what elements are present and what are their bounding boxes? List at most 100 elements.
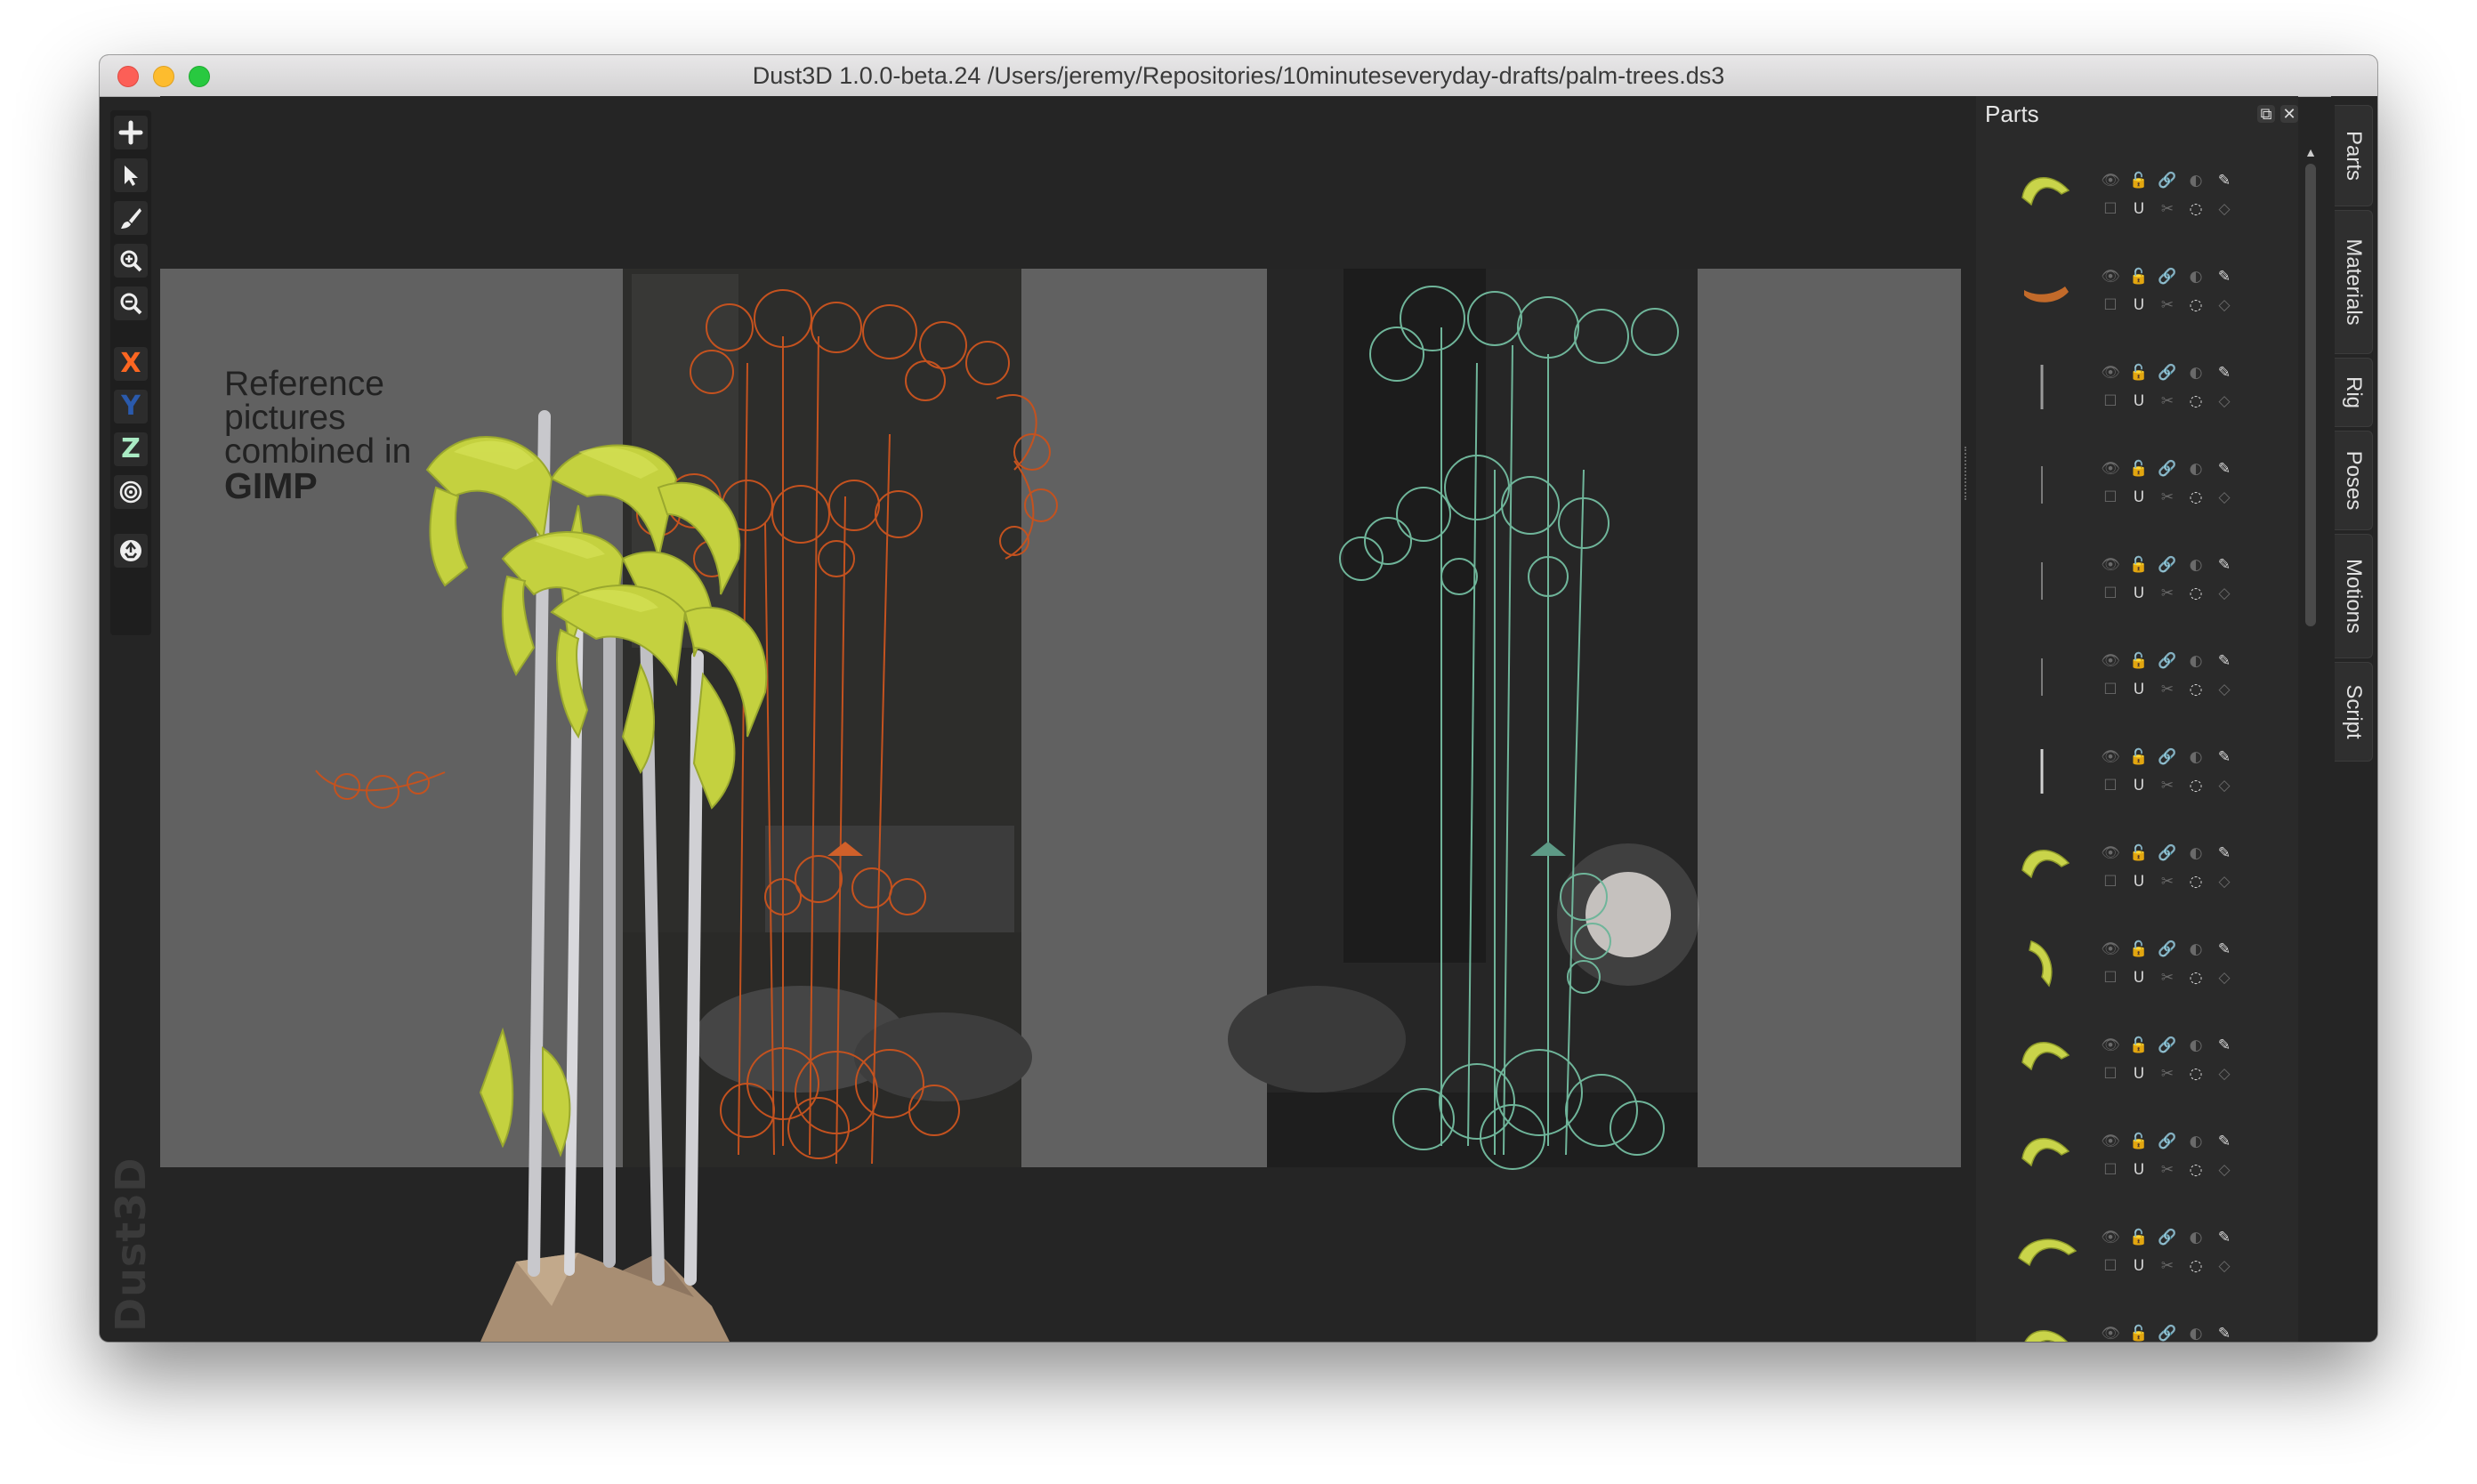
color-picker-icon[interactable]: ✎ [2215,363,2234,383]
part-row[interactable]: 👁 🔓 🔗 ◐ ✎ ☐ U ✂ ◌ ◇ [1994,532,2279,628]
xmirror-icon[interactable]: U [2129,295,2149,315]
mirror-icon[interactable]: ◐ [2186,1036,2206,1055]
xmirror-icon[interactable]: U [2129,488,2149,507]
part-row[interactable]: 👁 🔓 🔗 ◐ ✎ ☐ U ✂ ◌ ◇ [1994,916,2279,1012]
visibility-icon[interactable]: 👁 [2101,1132,2120,1151]
mirror-icon[interactable]: ◐ [2186,940,2206,959]
color-picker-icon[interactable]: ✎ [2215,1036,2234,1055]
part-row[interactable]: 👁 🔓 🔗 ◐ ✎ ☐ U ✂ ◌ ◇ [1994,148,2279,244]
rounded-icon[interactable]: ◌ [2186,584,2206,603]
parts-scrollbar[interactable]: ▲ ▼ [2301,144,2320,1342]
lock-icon[interactable]: 🔓 [2129,940,2149,959]
radius-lock-button[interactable] [114,475,148,509]
disable-icon[interactable]: ☐ [2101,1256,2120,1276]
link-icon[interactable]: 🔗 [2158,843,2177,863]
chamfer-icon[interactable]: ◇ [2215,968,2234,988]
close-panel-button[interactable]: ✕ [2280,105,2298,123]
zoom-in-tool-button[interactable] [114,244,148,278]
rounded-icon[interactable]: ◌ [2186,680,2206,699]
link-icon[interactable]: 🔗 [2158,555,2177,575]
chamfer-icon[interactable]: ◇ [2215,584,2234,603]
color-picker-icon[interactable]: ✎ [2215,843,2234,863]
disable-icon[interactable]: ☐ [2101,1064,2120,1084]
lock-icon[interactable]: 🔓 [2129,1228,2149,1247]
chamfer-icon[interactable]: ◇ [2215,1256,2234,1276]
select-tool-button[interactable] [114,158,148,192]
subdivide-icon[interactable]: ✂ [2158,295,2177,315]
link-icon[interactable]: 🔗 [2158,459,2177,479]
chamfer-icon[interactable]: ◇ [2215,776,2234,795]
link-icon[interactable]: 🔗 [2158,1036,2177,1055]
xmirror-icon[interactable]: U [2129,1256,2149,1276]
z-axis-lock-button[interactable]: Z [114,432,148,466]
subdivide-icon[interactable]: ✂ [2158,1160,2177,1180]
visibility-icon[interactable]: 👁 [2101,843,2120,863]
scroll-thumb[interactable] [2305,164,2316,626]
lock-icon[interactable]: 🔓 [2129,267,2149,286]
link-icon[interactable]: 🔗 [2158,940,2177,959]
tab-poses[interactable]: Poses [2335,431,2373,530]
subdivide-icon[interactable]: ✂ [2158,680,2177,699]
xmirror-icon[interactable]: U [2129,391,2149,411]
rounded-icon[interactable]: ◌ [2186,391,2206,411]
regenerate-button[interactable] [114,534,148,568]
rounded-icon[interactable]: ◌ [2186,872,2206,891]
disable-icon[interactable]: ☐ [2101,968,2120,988]
color-picker-icon[interactable]: ✎ [2215,459,2234,479]
lock-icon[interactable]: 🔓 [2129,555,2149,575]
part-row[interactable]: 👁 🔓 🔗 ◐ ✎ ☐ U ✂ ◌ ◇ [1994,1012,2279,1109]
subdivide-icon[interactable]: ✂ [2158,584,2177,603]
disable-icon[interactable]: ☐ [2101,199,2120,219]
visibility-icon[interactable]: 👁 [2101,459,2120,479]
rounded-icon[interactable]: ◌ [2186,488,2206,507]
visibility-icon[interactable]: 👁 [2101,651,2120,671]
color-picker-icon[interactable]: ✎ [2215,651,2234,671]
visibility-icon[interactable]: 👁 [2101,1324,2120,1342]
color-picker-icon[interactable]: ✎ [2215,1132,2234,1151]
part-row[interactable]: 👁 🔓 🔗 ◐ ✎ ☐ U ✂ ◌ ◇ [1994,628,2279,724]
subdivide-icon[interactable]: ✂ [2158,391,2177,411]
panel-splitter-handle[interactable] [1965,447,1970,500]
tab-parts[interactable]: Parts [2335,105,2373,206]
chamfer-icon[interactable]: ◇ [2215,488,2234,507]
link-icon[interactable]: 🔗 [2158,1228,2177,1247]
mirror-icon[interactable]: ◐ [2186,363,2206,383]
link-icon[interactable]: 🔗 [2158,267,2177,286]
visibility-icon[interactable]: 👁 [2101,267,2120,286]
tab-rig[interactable]: Rig [2335,358,2373,427]
disable-icon[interactable]: ☐ [2101,391,2120,411]
color-picker-icon[interactable]: ✎ [2215,1324,2234,1342]
rounded-icon[interactable]: ◌ [2186,776,2206,795]
chamfer-icon[interactable]: ◇ [2215,199,2234,219]
mirror-icon[interactable]: ◐ [2186,459,2206,479]
part-row[interactable]: 👁 🔓 🔗 ◐ ✎ ☐ U ✂ ◌ ◇ [1994,1205,2279,1301]
part-row[interactable]: 👁 🔓 🔗 ◐ ✎ ☐ U ✂ ◌ ◇ [1994,244,2279,340]
color-picker-icon[interactable]: ✎ [2215,267,2234,286]
disable-icon[interactable]: ☐ [2101,776,2120,795]
subdivide-icon[interactable]: ✂ [2158,776,2177,795]
link-icon[interactable]: 🔗 [2158,363,2177,383]
chamfer-icon[interactable]: ◇ [2215,391,2234,411]
chamfer-icon[interactable]: ◇ [2215,295,2234,315]
link-icon[interactable]: 🔗 [2158,1132,2177,1151]
paint-tool-button[interactable] [114,201,148,235]
mirror-icon[interactable]: ◐ [2186,267,2206,286]
tab-script[interactable]: Script [2335,662,2373,762]
subdivide-icon[interactable]: ✂ [2158,488,2177,507]
disable-icon[interactable]: ☐ [2101,584,2120,603]
lock-icon[interactable]: 🔓 [2129,1036,2149,1055]
lock-icon[interactable]: 🔓 [2129,459,2149,479]
visibility-icon[interactable]: 👁 [2101,1228,2120,1247]
rounded-icon[interactable]: ◌ [2186,1064,2206,1084]
tab-materials[interactable]: Materials [2335,210,2373,354]
rounded-icon[interactable]: ◌ [2186,295,2206,315]
xmirror-icon[interactable]: U [2129,1160,2149,1180]
visibility-icon[interactable]: 👁 [2101,940,2120,959]
lock-icon[interactable]: 🔓 [2129,171,2149,190]
part-row[interactable]: 👁 🔓 🔗 ◐ ✎ ☐ U ✂ ◌ ◇ [1994,436,2279,532]
mirror-icon[interactable]: ◐ [2186,555,2206,575]
visibility-icon[interactable]: 👁 [2101,171,2120,190]
color-picker-icon[interactable]: ✎ [2215,747,2234,767]
rounded-icon[interactable]: ◌ [2186,1256,2206,1276]
xmirror-icon[interactable]: U [2129,776,2149,795]
